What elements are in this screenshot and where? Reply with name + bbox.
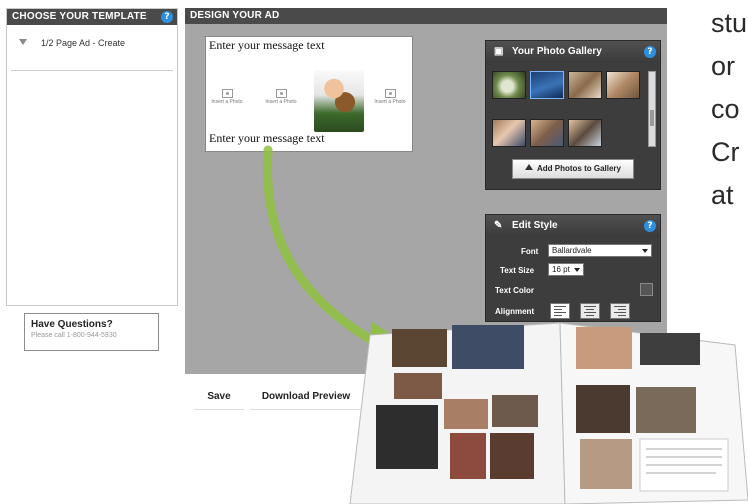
yearbook-photo: [349, 322, 748, 504]
